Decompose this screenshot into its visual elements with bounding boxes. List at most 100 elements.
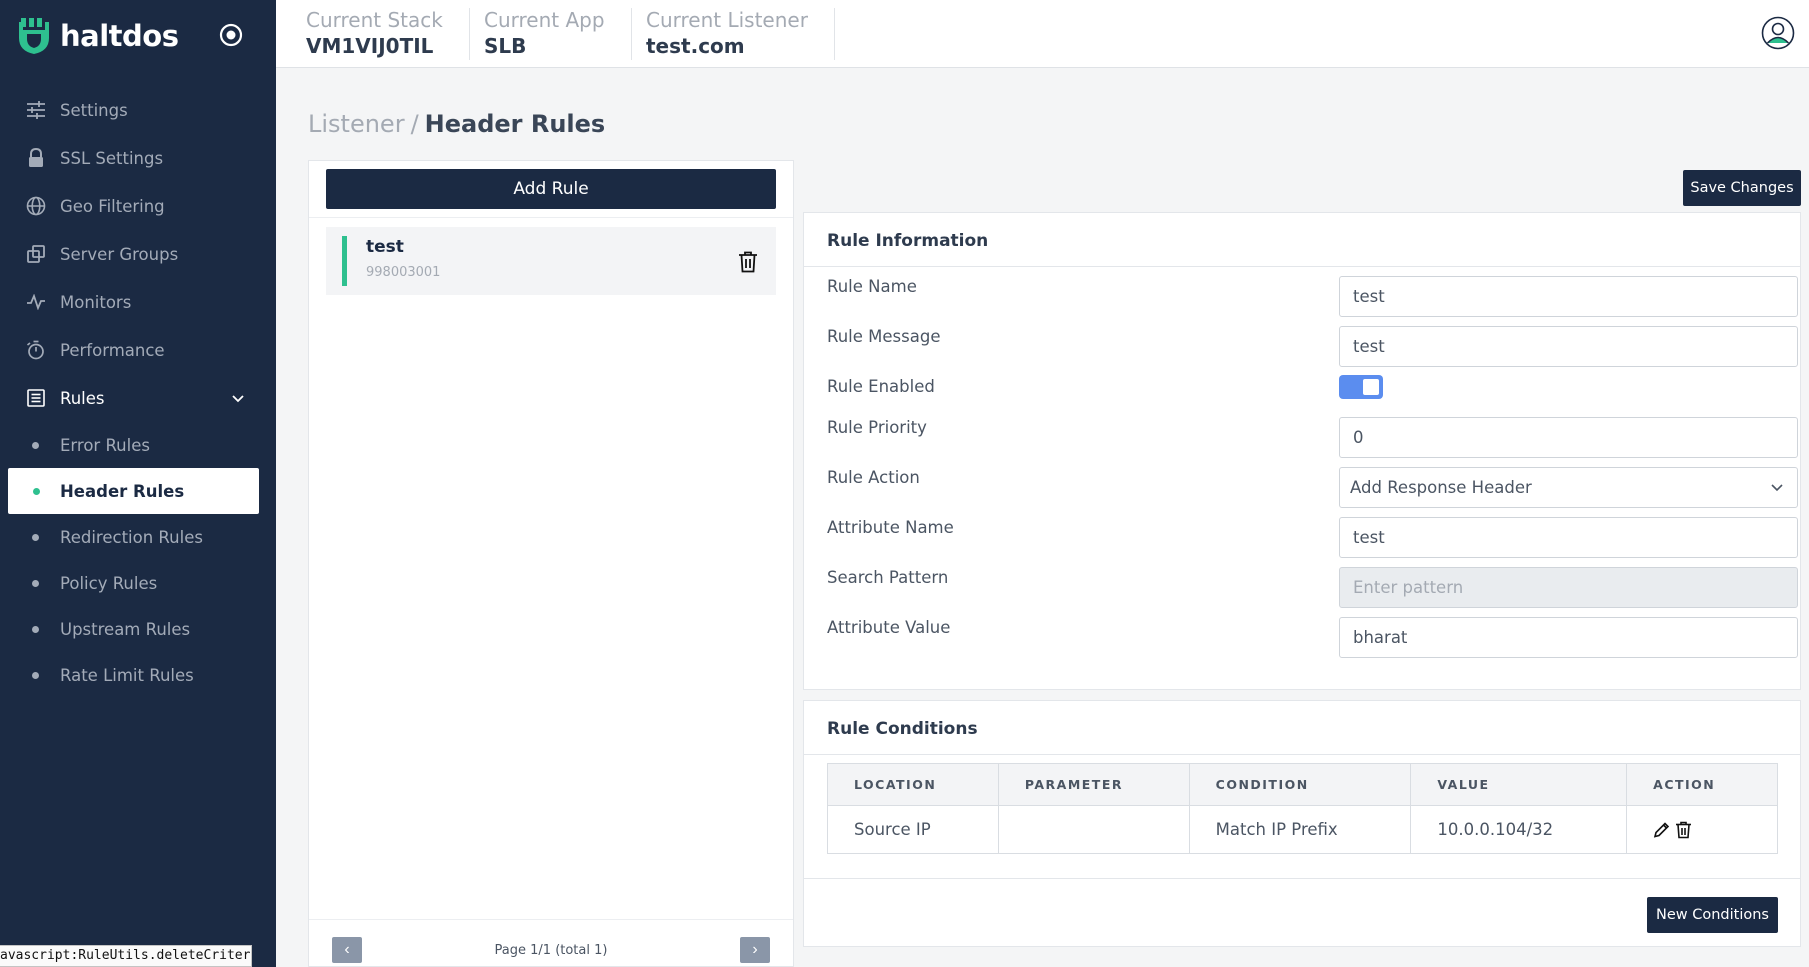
attribute-value-label: Attribute Value	[827, 618, 951, 637]
bullet-icon	[32, 580, 39, 587]
search-pattern-input[interactable]	[1339, 567, 1798, 608]
sidebar-item-settings[interactable]: Settings	[0, 86, 276, 134]
sidebar: haltdos Settings SSL Settings Geo Filter…	[0, 0, 276, 967]
activity-icon	[26, 292, 46, 312]
rule-priority-label: Rule Priority	[827, 418, 927, 437]
bullet-icon	[33, 488, 40, 495]
pagination-next-button[interactable]: ›	[740, 937, 770, 963]
sidebar-subitem-error-rules[interactable]: Error Rules	[0, 422, 276, 468]
bullet-icon	[32, 672, 39, 679]
rule-conditions-card: Rule Conditions LOCATION PARAMETER CONDI…	[803, 700, 1801, 947]
divider	[309, 919, 793, 920]
sidebar-subitem-upstream-rules[interactable]: Upstream Rules	[0, 606, 276, 652]
current-app-label: Current App	[484, 8, 605, 32]
attribute-value-input[interactable]	[1339, 617, 1798, 658]
sidebar-item-label: Monitors	[60, 292, 132, 312]
current-stack[interactable]: Current Stack VM1VIJ0TIL	[276, 8, 470, 60]
sidebar-item-label: SSL Settings	[60, 148, 164, 168]
sidebar-subitem-policy-rules[interactable]: Policy Rules	[0, 560, 276, 606]
rule-id: 998003001	[366, 265, 441, 280]
page-title: Header Rules	[424, 110, 606, 138]
sidebar-item-label: Settings	[60, 100, 128, 120]
sidebar-subitem-label: Header Rules	[60, 481, 185, 501]
sidebar-item-performance[interactable]: Performance	[0, 326, 276, 374]
cell-condition: Match IP Prefix	[1188, 805, 1412, 854]
rule-action-select[interactable]: Add Response Header	[1339, 467, 1798, 508]
save-changes-button[interactable]: Save Changes	[1683, 170, 1801, 206]
rule-enabled-toggle[interactable]	[1339, 375, 1383, 399]
conditions-table: LOCATION PARAMETER CONDITION VALUE ACTIO…	[827, 763, 1778, 854]
current-listener-label: Current Listener	[646, 8, 808, 32]
delete-condition-trash-icon[interactable]	[1675, 821, 1692, 839]
rules-list-panel: Add Rule test 998003001 ‹ Page 1/1 (tota…	[308, 160, 794, 967]
sidebar-subitem-label: Rate Limit Rules	[60, 665, 194, 685]
current-app-value: SLB	[484, 34, 527, 58]
attribute-name-input[interactable]	[1339, 517, 1798, 558]
chevron-down-icon	[232, 395, 244, 403]
attribute-name-label: Attribute Name	[827, 518, 954, 537]
sidebar-item-label: Server Groups	[60, 244, 179, 264]
sidebar-item-monitors[interactable]: Monitors	[0, 278, 276, 326]
rule-status-bar	[342, 236, 347, 286]
rule-information-title: Rule Information	[827, 231, 989, 251]
bullet-icon	[32, 534, 39, 541]
cell-parameter	[997, 805, 1190, 854]
rule-information-card: Rule Information Rule Name Rule Message …	[803, 212, 1801, 690]
sidebar-subitem-label: Policy Rules	[60, 573, 158, 593]
bullet-icon	[32, 626, 39, 633]
current-listener-value: test.com	[646, 34, 745, 58]
current-app[interactable]: Current App SLB	[454, 8, 632, 60]
sidebar-nav: Settings SSL Settings Geo Filtering Serv…	[0, 86, 276, 698]
sidebar-item-ssl-settings[interactable]: SSL Settings	[0, 134, 276, 182]
pagination-text: Page 1/1 (total 1)	[494, 943, 608, 958]
current-stack-value: VM1VIJ0TIL	[306, 34, 434, 58]
sidebar-item-rules[interactable]: Rules	[0, 374, 276, 422]
cell-action	[1626, 805, 1778, 854]
current-stack-label: Current Stack	[306, 8, 443, 32]
rule-action-selected: Add Response Header	[1350, 478, 1532, 497]
brand[interactable]: haltdos	[18, 14, 179, 58]
rule-enabled-label: Rule Enabled	[827, 377, 935, 396]
sidebar-item-geo-filtering[interactable]: Geo Filtering	[0, 182, 276, 230]
sidebar-subitem-header-rules[interactable]: Header Rules	[8, 468, 259, 514]
rule-list-item[interactable]: test 998003001	[326, 227, 776, 295]
sidebar-subitem-rate-limit-rules[interactable]: Rate Limit Rules	[0, 652, 276, 698]
sidebar-toggle-icon[interactable]	[218, 22, 244, 48]
rule-name-label: Rule Name	[827, 277, 917, 296]
search-pattern-label: Search Pattern	[827, 568, 949, 587]
user-avatar-icon[interactable]	[1761, 16, 1795, 50]
sidebar-item-server-groups[interactable]: Server Groups	[0, 230, 276, 278]
breadcrumb-separator: /	[410, 110, 419, 138]
cell-value: 10.0.0.104/32	[1410, 805, 1628, 854]
divider	[804, 754, 1800, 755]
new-conditions-button[interactable]: New Conditions	[1647, 897, 1778, 933]
cell-location: Source IP	[827, 805, 999, 854]
rule-name-input[interactable]	[1339, 276, 1798, 317]
rule-action-label: Rule Action	[827, 468, 920, 487]
browser-status-bar: avascript:RuleUtils.deleteCriteria('0');	[0, 945, 252, 967]
copy-icon	[26, 244, 46, 264]
add-rule-button[interactable]: Add Rule	[326, 169, 776, 209]
column-header-action: ACTION	[1626, 763, 1778, 806]
current-listener[interactable]: Current Listener test.com	[616, 8, 835, 60]
globe-icon	[26, 196, 46, 216]
sidebar-item-label: Rules	[60, 388, 105, 408]
rule-name: test	[366, 237, 404, 257]
column-header-location: LOCATION	[827, 763, 999, 806]
column-header-value: VALUE	[1410, 763, 1628, 806]
divider	[804, 878, 1800, 879]
sliders-icon	[26, 100, 46, 120]
breadcrumb-parent[interactable]: Listener	[308, 110, 405, 138]
stopwatch-icon	[26, 340, 46, 360]
rule-message-input[interactable]	[1339, 326, 1798, 367]
edit-pencil-icon[interactable]	[1653, 821, 1670, 839]
table-row: Source IP Match IP Prefix 10.0.0.104/32	[827, 805, 1778, 854]
rule-priority-input[interactable]	[1339, 417, 1798, 458]
chevron-down-icon	[1771, 484, 1783, 492]
divider	[309, 217, 793, 218]
sidebar-subitem-label: Upstream Rules	[60, 619, 191, 639]
sidebar-subitem-redirection-rules[interactable]: Redirection Rules	[0, 514, 276, 560]
delete-rule-trash-icon[interactable]	[738, 251, 758, 273]
list-icon	[26, 388, 46, 408]
toggle-knob	[1363, 379, 1379, 395]
